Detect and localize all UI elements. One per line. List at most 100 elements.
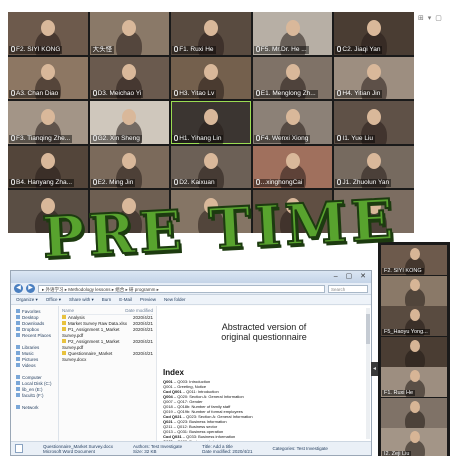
mic-muted-icon bbox=[92, 179, 97, 186]
library-icon bbox=[16, 363, 20, 367]
status-file-name: Questionnaire_Market Survey.docx bbox=[43, 443, 113, 449]
library-icon bbox=[16, 357, 20, 361]
toolbar-button[interactable]: Organize ▾ bbox=[16, 297, 38, 303]
star-icon bbox=[16, 327, 20, 331]
preview-scrollbar[interactable] bbox=[366, 308, 370, 439]
file-icon bbox=[62, 327, 66, 331]
mic-muted-icon bbox=[337, 179, 342, 186]
participant-name-text: I1. Yue Liu bbox=[342, 134, 373, 142]
participant-name-text: H4. Yitian Jin bbox=[342, 90, 381, 98]
drive-icon bbox=[16, 381, 20, 385]
file-name-text: Analysis bbox=[68, 315, 85, 320]
toolbar-button[interactable]: New folder bbox=[164, 297, 186, 302]
participant-name-text: E2. Ming Jin bbox=[97, 179, 134, 187]
nav-item-label: Recent Places bbox=[22, 333, 52, 338]
search-input[interactable]: Search bbox=[328, 284, 368, 293]
file-list-header: Name Date modified bbox=[62, 308, 153, 315]
nav-item-network[interactable]: Network bbox=[13, 405, 56, 411]
file-name-text: P1_Assignment 1_Market Survey.pdf bbox=[62, 327, 120, 338]
participant-tile[interactable]: H4. Yitian Jin bbox=[334, 56, 414, 100]
participant-tile[interactable]: D3. Meichao Yi bbox=[89, 56, 170, 100]
mic-muted-icon bbox=[11, 90, 15, 97]
participant-name-text: D3. Meichao Yi bbox=[97, 90, 142, 98]
participant-name: D2. Kaixuan bbox=[172, 179, 217, 188]
participant-tile[interactable]: ...xinghongCai bbox=[252, 145, 333, 189]
view-options-icons[interactable]: ⊞ ▾ ▢ bbox=[418, 14, 450, 24]
participant-tile[interactable]: F4. Wenxi Xiong bbox=[252, 101, 333, 144]
window-control-buttons[interactable]: – ▢ ✕ bbox=[334, 272, 369, 280]
mic-muted-icon bbox=[337, 90, 342, 97]
participant-tile[interactable]: D2. Kaixuan bbox=[171, 145, 251, 189]
participant-side-panel: F2. SIYI KONG F5_Haoyu Yong... F1. Ruxi He… bbox=[378, 242, 450, 456]
participant-name-text: F4. Wenxi Xiong bbox=[260, 134, 309, 142]
toolbar-button[interactable]: Preview bbox=[140, 297, 156, 302]
file-icon bbox=[62, 321, 66, 325]
toolbar-button[interactable]: E-Mail bbox=[119, 297, 132, 302]
nav-item[interactable]: Videos bbox=[13, 363, 56, 369]
participant-tile[interactable]: E1. Menglong Zh... bbox=[252, 56, 333, 100]
preview-index-heading: Index bbox=[163, 368, 184, 377]
participant-tile[interactable]: F5. Mr.Dr. He ... bbox=[252, 12, 333, 55]
participant-name: ...xinghongCai bbox=[253, 179, 305, 188]
participant-tile[interactable]: J1. Zhuolun Yan bbox=[334, 145, 414, 189]
nav-item[interactable]: facult1 (F:) bbox=[13, 393, 56, 399]
drive-icon bbox=[16, 393, 20, 397]
word-document-icon bbox=[15, 444, 23, 453]
drive-icon bbox=[16, 387, 20, 391]
file-row[interactable]: P2_Assignment 1_Market Survey.pdf 2020/4/… bbox=[62, 339, 153, 351]
toolbar-button[interactable]: Share with ▾ bbox=[69, 297, 94, 303]
participant-tile[interactable]: 大头怪 bbox=[89, 12, 170, 55]
participant-tile[interactable]: H1. Yihang Lin bbox=[171, 101, 251, 144]
nav-item-label: Libraries bbox=[22, 345, 40, 350]
file-date: 2020/4/21 bbox=[132, 327, 153, 332]
file-row[interactable]: P1_Assignment 1_Market Survey.pdf 2020/4/… bbox=[62, 327, 153, 339]
status-size: Size: 32 KB bbox=[132, 448, 157, 454]
participant-tile[interactable]: C2. Jiaqi Yan bbox=[334, 12, 414, 55]
file-name: P2_Assignment 1_Market Survey.pdf bbox=[62, 339, 133, 351]
file-name: P1_Assignment 1_Market Survey.pdf bbox=[62, 327, 133, 339]
participant-tile[interactable]: A3. Chan Diao bbox=[8, 56, 88, 100]
file-icon bbox=[62, 339, 66, 343]
nav-item-label: Dropbox bbox=[22, 327, 40, 332]
nav-item-label: Desktop bbox=[22, 315, 39, 320]
side-participant-tile[interactable]: F5_Haoyu Yong... bbox=[381, 306, 447, 336]
participant-tile[interactable]: B4. Hanyang Zha... bbox=[8, 145, 88, 189]
participant-name: F4. Wenxi Xiong bbox=[253, 134, 311, 143]
collapse-panel-icon[interactable]: ◂ bbox=[371, 362, 378, 376]
star-icon bbox=[16, 315, 20, 319]
participant-name-text: F2. SIYI KONG bbox=[16, 45, 61, 53]
side-participant-tile[interactable] bbox=[381, 275, 447, 306]
file-row[interactable]: Questionnaire_Market Survey.docx 2020/4/2… bbox=[62, 351, 153, 363]
back-icon[interactable]: ◀ bbox=[14, 284, 23, 293]
toolbar-button[interactable]: Office ▾ bbox=[46, 297, 61, 303]
star-icon bbox=[16, 321, 20, 325]
mic-muted-icon bbox=[255, 45, 260, 52]
nav-item-label: lib_en (E:) bbox=[22, 387, 43, 392]
column-name[interactable]: Name bbox=[62, 308, 74, 313]
participant-name: E1. Menglong Zh... bbox=[253, 90, 318, 99]
participant-tile[interactable]: H3. Yitao Lv bbox=[171, 56, 251, 100]
toolbar-button[interactable]: Burn bbox=[102, 297, 112, 302]
forward-icon[interactable]: ▶ bbox=[26, 284, 35, 293]
side-participant-tile[interactable] bbox=[381, 397, 447, 428]
participant-tile[interactable]: F1. Ruxi He bbox=[171, 12, 251, 55]
participant-name: B4. Hanyang Zha... bbox=[9, 179, 75, 188]
side-participant-tile[interactable]: F1. Ruxi He bbox=[381, 367, 447, 397]
participant-tile[interactable]: I1. Yue Liu bbox=[334, 101, 414, 144]
mic-muted-icon bbox=[337, 134, 342, 141]
address-bar[interactable]: ▸ 外语学习 ▸ Methodology lessons ▸ 组合 ▸ 研 pr… bbox=[38, 284, 325, 293]
nav-item-label: Music bbox=[22, 351, 34, 356]
participant-tile[interactable]: G2. Xin Sheng bbox=[89, 101, 170, 144]
participant-tile[interactable]: F2. SIYI KONG bbox=[8, 12, 88, 55]
participant-name-text: F5. Mr.Dr. He ... bbox=[260, 45, 307, 53]
participant-name: A3. Chan Diao bbox=[9, 90, 61, 99]
participant-tile[interactable]: F3. Tianqing Zhe... bbox=[8, 101, 88, 144]
column-date[interactable]: Date modified bbox=[125, 308, 153, 313]
side-participant-tile[interactable]: I2. Zeji Liu bbox=[381, 428, 447, 456]
participant-video bbox=[116, 19, 143, 55]
participant-video bbox=[405, 400, 425, 428]
nav-item[interactable]: Recent Places bbox=[13, 333, 56, 339]
participant-tile[interactable]: E2. Ming Jin bbox=[89, 145, 170, 189]
side-participant-tile[interactable] bbox=[381, 336, 447, 367]
participant-name-text: F3. Tianqing Zhe... bbox=[16, 134, 71, 142]
